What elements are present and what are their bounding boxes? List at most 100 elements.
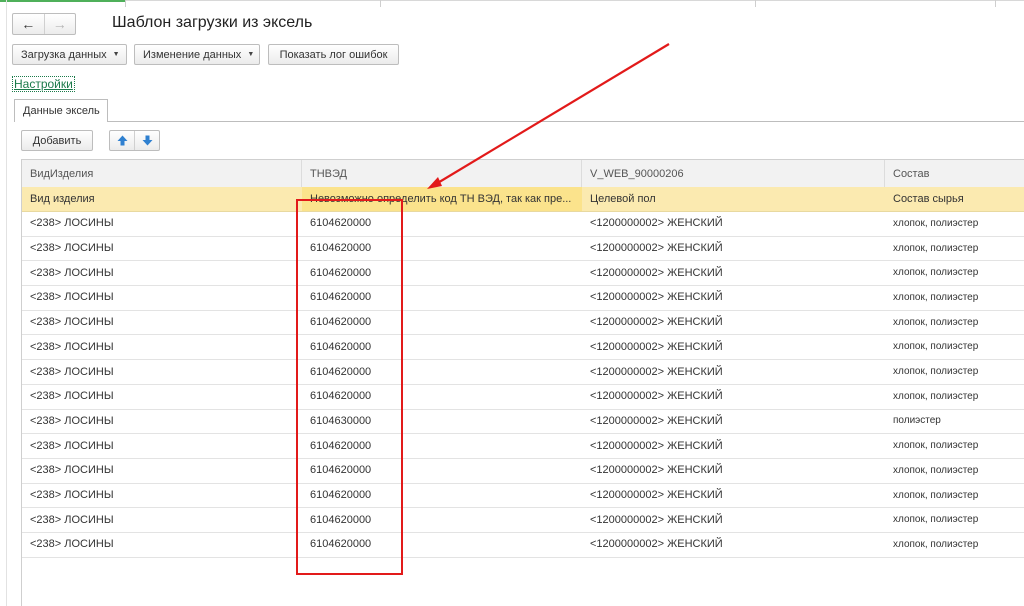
- arrow-down-icon: [142, 135, 152, 146]
- composition-cell[interactable]: хлопок, полиэстер: [885, 285, 1024, 310]
- column-header[interactable]: ВидИзделия: [22, 160, 302, 187]
- tnved-code-cell[interactable]: 6104620000: [302, 507, 582, 532]
- product-type-cell[interactable]: <238> ЛОСИНЫ: [22, 384, 302, 409]
- composition-cell[interactable]: хлопок, полиэстер: [885, 507, 1024, 532]
- table-row[interactable]: <238> ЛОСИНЫ 6104620000 <1200000002> ЖЕНСК…: [22, 236, 1024, 262]
- product-type-cell[interactable]: <238> ЛОСИНЫ: [22, 236, 302, 261]
- table-row[interactable]: <238> ЛОСИНЫ 6104620000 <1200000002> ЖЕНСК…: [22, 433, 1024, 459]
- load-data-label: Загрузка данных: [21, 48, 107, 61]
- change-data-button[interactable]: Изменение данных ▼: [134, 44, 260, 65]
- arrow-left-icon: ←: [21, 16, 36, 32]
- target-gender-cell[interactable]: <1200000002> ЖЕНСКИЙ: [582, 507, 885, 532]
- target-gender-cell[interactable]: <1200000002> ЖЕНСКИЙ: [582, 211, 885, 236]
- table-row[interactable]: <238> ЛОСИНЫ 6104620000 <1200000002> ЖЕНСК…: [22, 458, 1024, 484]
- composition-cell[interactable]: хлопок, полиэстер: [885, 483, 1024, 508]
- composition-cell[interactable]: хлопок, полиэстер: [885, 384, 1024, 409]
- tnved-code-cell[interactable]: 6104620000: [302, 310, 582, 335]
- composition-cell[interactable]: хлопок, полиэстер: [885, 458, 1024, 483]
- tnved-code-cell[interactable]: 6104630000: [302, 409, 582, 434]
- tab-baseline-gap: [15, 121, 107, 122]
- product-type-cell[interactable]: <238> ЛОСИНЫ: [22, 483, 302, 508]
- tnved-code-cell[interactable]: 6104620000: [302, 260, 582, 285]
- product-type-cell[interactable]: <238> ЛОСИНЫ: [22, 211, 302, 236]
- composition-cell[interactable]: хлопок, полиэстер: [885, 532, 1024, 557]
- product-type-cell[interactable]: <238> ЛОСИНЫ: [22, 433, 302, 458]
- window-top-line: [0, 0, 1024, 7]
- target-gender-cell[interactable]: <1200000002> ЖЕНСКИЙ: [582, 359, 885, 384]
- composition-cell[interactable]: хлопок, полиэстер: [885, 211, 1024, 236]
- table-row[interactable]: <238> ЛОСИНЫ 6104620000 <1200000002> ЖЕНСК…: [22, 310, 1024, 336]
- target-gender-cell[interactable]: <1200000002> ЖЕНСКИЙ: [582, 483, 885, 508]
- target-gender-cell[interactable]: <1200000002> ЖЕНСКИЙ: [582, 458, 885, 483]
- composition-cell[interactable]: хлопок, полиэстер: [885, 433, 1024, 458]
- product-type-cell[interactable]: <238> ЛОСИНЫ: [22, 285, 302, 310]
- move-rows-group: [109, 130, 160, 151]
- product-type-cell[interactable]: <238> ЛОСИНЫ: [22, 458, 302, 483]
- tnved-code-cell[interactable]: 6104620000: [302, 335, 582, 360]
- tnved-code-cell[interactable]: 6104620000: [302, 384, 582, 409]
- move-down-button[interactable]: [135, 131, 159, 150]
- left-border: [6, 0, 7, 606]
- product-type-cell[interactable]: <238> ЛОСИНЫ: [22, 532, 302, 557]
- composition-cell[interactable]: полиэстер: [885, 409, 1024, 434]
- tnved-code-cell[interactable]: 6104620000: [302, 236, 582, 261]
- back-button[interactable]: ←: [13, 14, 45, 34]
- target-gender-cell[interactable]: <1200000002> ЖЕНСКИЙ: [582, 433, 885, 458]
- tnved-code-cell[interactable]: 6104620000: [302, 532, 582, 557]
- tnved-code-cell[interactable]: 6104620000: [302, 458, 582, 483]
- table-row[interactable]: <238> ЛОСИНЫ 6104620000 <1200000002> ЖЕНСК…: [22, 507, 1024, 534]
- top-tick: [995, 0, 996, 7]
- table-header-row: ВидИзделия ТНВЭД V_WEB_90000206 Состав: [22, 160, 1024, 188]
- load-data-button[interactable]: Загрузка данных ▼: [12, 44, 127, 65]
- forward-button[interactable]: →: [45, 14, 76, 34]
- composition-cell[interactable]: хлопок, полиэстер: [885, 310, 1024, 335]
- table-row[interactable]: <238> ЛОСИНЫ 6104620000 <1200000002> ЖЕНСК…: [22, 384, 1024, 410]
- tnved-code-cell[interactable]: 6104620000: [302, 359, 582, 384]
- product-type-cell[interactable]: <238> ЛОСИНЫ: [22, 260, 302, 285]
- target-gender-cell[interactable]: <1200000002> ЖЕНСКИЙ: [582, 236, 885, 261]
- composition-cell[interactable]: хлопок, полиэстер: [885, 236, 1024, 261]
- column-header[interactable]: ТНВЭД: [302, 160, 582, 187]
- subheader-cell[interactable]: Состав сырья: [885, 187, 1024, 211]
- target-gender-cell[interactable]: <1200000002> ЖЕНСКИЙ: [582, 409, 885, 434]
- target-gender-cell[interactable]: <1200000002> ЖЕНСКИЙ: [582, 310, 885, 335]
- table-row[interactable]: <238> ЛОСИНЫ 6104620000 <1200000002> ЖЕНСК…: [22, 359, 1024, 385]
- product-type-cell[interactable]: <238> ЛОСИНЫ: [22, 335, 302, 360]
- table-row[interactable]: <238> ЛОСИНЫ 6104620000 <1200000002> ЖЕНСК…: [22, 532, 1024, 558]
- add-button[interactable]: Добавить: [21, 130, 93, 151]
- subheader-cell[interactable]: Целевой пол: [582, 187, 885, 211]
- table-row[interactable]: <238> ЛОСИНЫ 6104620000 <1200000002> ЖЕНСК…: [22, 285, 1024, 311]
- subheader-cell[interactable]: Вид изделия: [22, 187, 302, 211]
- table-row[interactable]: <238> ЛОСИНЫ 6104630000 <1200000002> ЖЕНСК…: [22, 409, 1024, 435]
- tnved-code-cell[interactable]: 6104620000: [302, 285, 582, 310]
- composition-cell[interactable]: хлопок, полиэстер: [885, 359, 1024, 384]
- column-header[interactable]: Состав: [885, 160, 1024, 187]
- show-error-log-button[interactable]: Показать лог ошибок: [268, 44, 399, 65]
- product-type-cell[interactable]: <238> ЛОСИНЫ: [22, 507, 302, 532]
- target-gender-cell[interactable]: <1200000002> ЖЕНСКИЙ: [582, 384, 885, 409]
- target-gender-cell[interactable]: <1200000002> ЖЕНСКИЙ: [582, 260, 885, 285]
- change-data-label: Изменение данных: [143, 48, 242, 61]
- tnved-code-cell[interactable]: 6104620000: [302, 211, 582, 236]
- top-tick: [755, 0, 756, 7]
- tnved-code-cell[interactable]: 6104620000: [302, 483, 582, 508]
- table-row[interactable]: <238> ЛОСИНЫ 6104620000 <1200000002> ЖЕНСК…: [22, 335, 1024, 361]
- composition-cell[interactable]: хлопок, полиэстер: [885, 335, 1024, 360]
- composition-cell[interactable]: хлопок, полиэстер: [885, 260, 1024, 285]
- product-type-cell[interactable]: <238> ЛОСИНЫ: [22, 409, 302, 434]
- product-type-cell[interactable]: <238> ЛОСИНЫ: [22, 359, 302, 384]
- table-row[interactable]: <238> ЛОСИНЫ 6104620000 <1200000002> ЖЕНСК…: [22, 211, 1024, 237]
- settings-link[interactable]: Настройки: [12, 76, 75, 92]
- subheader-cell-warning[interactable]: Невозможно определить код ТН ВЭД, так ка…: [302, 187, 582, 211]
- target-gender-cell[interactable]: <1200000002> ЖЕНСКИЙ: [582, 285, 885, 310]
- table-row[interactable]: <238> ЛОСИНЫ 6104620000 <1200000002> ЖЕНСК…: [22, 483, 1024, 509]
- target-gender-cell[interactable]: <1200000002> ЖЕНСКИЙ: [582, 335, 885, 360]
- move-up-button[interactable]: [110, 131, 135, 150]
- column-header[interactable]: V_WEB_90000206: [582, 160, 885, 187]
- target-gender-cell[interactable]: <1200000002> ЖЕНСКИЙ: [582, 532, 885, 557]
- tab-baseline: [14, 121, 1024, 122]
- tnved-code-cell[interactable]: 6104620000: [302, 433, 582, 458]
- product-type-cell[interactable]: <238> ЛОСИНЫ: [22, 310, 302, 335]
- table-row[interactable]: <238> ЛОСИНЫ 6104620000 <1200000002> ЖЕНСК…: [22, 260, 1024, 287]
- tab-excel-data[interactable]: Данные эксель: [14, 99, 108, 122]
